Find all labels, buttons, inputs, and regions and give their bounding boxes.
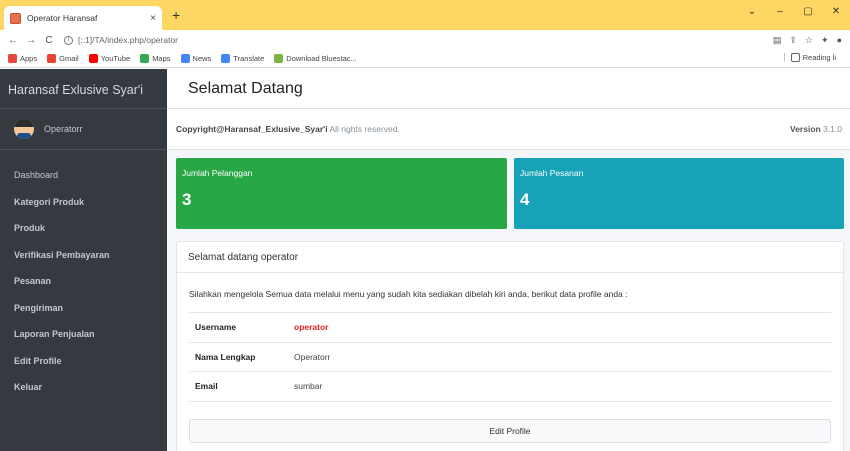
tab-search-icon[interactable]: ⌄ (738, 6, 766, 17)
youtube-icon (88, 54, 98, 63)
url-field[interactable]: i [::1]/TA/index.php/operator (64, 31, 773, 49)
browser-tab[interactable]: Operator Haransaf × (4, 6, 162, 30)
reading-list-icon (790, 53, 800, 62)
edit-profile-button[interactable]: Edit Profile (189, 419, 831, 443)
sidebar-item-pengiriman[interactable]: Pengiriman (0, 295, 167, 322)
bookmark-news[interactable]: News (180, 54, 211, 63)
apps-grid-icon (8, 54, 17, 63)
bookmark-gmail[interactable]: Gmail (47, 54, 79, 63)
address-bar: ← → C i [::1]/TA/index.php/operator ▤ ⇪ … (0, 30, 850, 50)
profile-value: Operatorr (294, 351, 331, 362)
profile-key: Username (195, 322, 237, 333)
window-controls: ⌄ – ▢ ✕ (738, 6, 850, 17)
stat-label: Jumlah Pesanan (520, 168, 584, 178)
welcome-text: Silahkan mengelola Semua data melalui me… (189, 289, 628, 299)
sidebar-item-keluar[interactable]: Keluar (0, 374, 167, 401)
main-content: Selamat Datang Copyright@Haransaf_Exlusi… (167, 69, 850, 451)
news-icon (180, 54, 190, 63)
sidebar-item-edit-profile[interactable]: Edit Profile (0, 348, 167, 375)
profile-value: sumbar (294, 381, 323, 392)
profile-icon[interactable]: ● (837, 35, 842, 46)
sidebar-menu: Dashboard Kategori Produk Produk Verifik… (0, 150, 167, 401)
reading-list-button[interactable]: Reading li (783, 53, 836, 62)
browser-tab-strip: Operator Haransaf × + ⌄ – ▢ ✕ (0, 0, 850, 30)
table-row: Nama Lengkap Operatorr (189, 343, 831, 372)
sidebar-item-produk[interactable]: Produk (0, 215, 167, 242)
maximize-button[interactable]: ▢ (794, 6, 822, 17)
extensions-icon[interactable]: ✦ (821, 35, 829, 46)
bookmark-maps[interactable]: Maps (140, 54, 171, 63)
forward-arrow-icon[interactable]: → (24, 35, 38, 46)
profile-key: Email (195, 381, 218, 392)
minimize-button[interactable]: – (766, 6, 794, 17)
bookmark-bluestacks[interactable]: Download Bluestac... (274, 54, 357, 63)
url-text: [::1]/TA/index.php/operator (78, 35, 179, 45)
bookmark-youtube[interactable]: YouTube (88, 54, 130, 63)
bookmarks-bar: Apps Gmail YouTube Maps News Translate D… (0, 50, 850, 68)
stats-row: Jumlah Pelanggan 3 Jumlah Pesanan 4 (176, 158, 844, 229)
brand-link[interactable]: Haransaf Exlusive Syar'i (0, 69, 167, 109)
new-tab-button[interactable]: + (172, 7, 180, 23)
sidebar-item-kategori-produk[interactable]: Kategori Produk (0, 189, 167, 216)
share-icon[interactable]: ⇪ (789, 35, 797, 46)
welcome-card: Selamat datang operator Silahkan mengelo… (176, 241, 844, 451)
copyright-link[interactable]: Copyright@Haransaf_Exlusive_Syar'i (176, 124, 328, 134)
profile-key: Nama Lengkap (195, 351, 256, 362)
copyright-bar: Copyright@Haransaf_Exlusive_Syar'i All r… (167, 109, 850, 150)
sidebar: Haransaf Exlusive Syar'i Operatorr Dashb… (0, 69, 167, 451)
stat-value: 3 (182, 190, 192, 209)
stat-box-pesanan: Jumlah Pesanan 4 (514, 158, 844, 229)
profile-value: operator (294, 322, 329, 333)
stat-value: 4 (520, 190, 530, 209)
bookmark-apps[interactable]: Apps (8, 54, 37, 63)
table-row: Username operator (189, 313, 831, 343)
version-label: Version (790, 124, 821, 134)
tab-title: Operator Haransaf (27, 13, 98, 23)
profile-table: Username operator Nama Lengkap Operatorr… (189, 312, 831, 402)
user-panel[interactable]: Operatorr (0, 109, 167, 150)
bluestacks-icon (274, 54, 284, 63)
stat-label: Jumlah Pelanggan (182, 168, 253, 178)
reload-icon[interactable]: C (42, 35, 56, 46)
gmail-icon (47, 54, 57, 63)
translate-page-icon[interactable]: ▤ (773, 35, 782, 46)
bookmark-star-icon[interactable]: ☆ (805, 35, 813, 46)
back-arrow-icon[interactable]: ← (6, 35, 20, 46)
sidebar-item-laporan-penjualan[interactable]: Laporan Penjualan (0, 321, 167, 348)
maps-icon (140, 54, 150, 63)
sidebar-item-dashboard[interactable]: Dashboard (0, 162, 167, 189)
table-row: Email sumbar (189, 372, 831, 402)
close-window-button[interactable]: ✕ (822, 6, 850, 17)
user-name: Operatorr (44, 124, 83, 134)
version-value: 3.1.0 (823, 124, 842, 134)
page-title: Selamat Datang (167, 69, 850, 109)
tab-close-icon[interactable]: × (150, 13, 156, 24)
copyright-rest: All rights reserved. (327, 124, 400, 134)
favicon-icon (10, 12, 21, 24)
sidebar-item-verifikasi-pembayaran[interactable]: Verifikasi Pembayaran (0, 242, 167, 269)
site-info-icon[interactable]: i (64, 35, 73, 45)
translate-icon (221, 54, 231, 63)
bookmark-translate[interactable]: Translate (221, 54, 264, 63)
avatar (14, 119, 34, 139)
stat-box-pelanggan: Jumlah Pelanggan 3 (176, 158, 507, 229)
toolbar-icons: ▤ ⇪ ☆ ✦ ● (773, 35, 850, 46)
sidebar-item-pesanan[interactable]: Pesanan (0, 268, 167, 295)
version-info: Version 3.1.0 (790, 124, 842, 134)
card-title: Selamat datang operator (177, 242, 843, 273)
copyright-text: Copyright@Haransaf_Exlusive_Syar'i All r… (176, 124, 400, 134)
